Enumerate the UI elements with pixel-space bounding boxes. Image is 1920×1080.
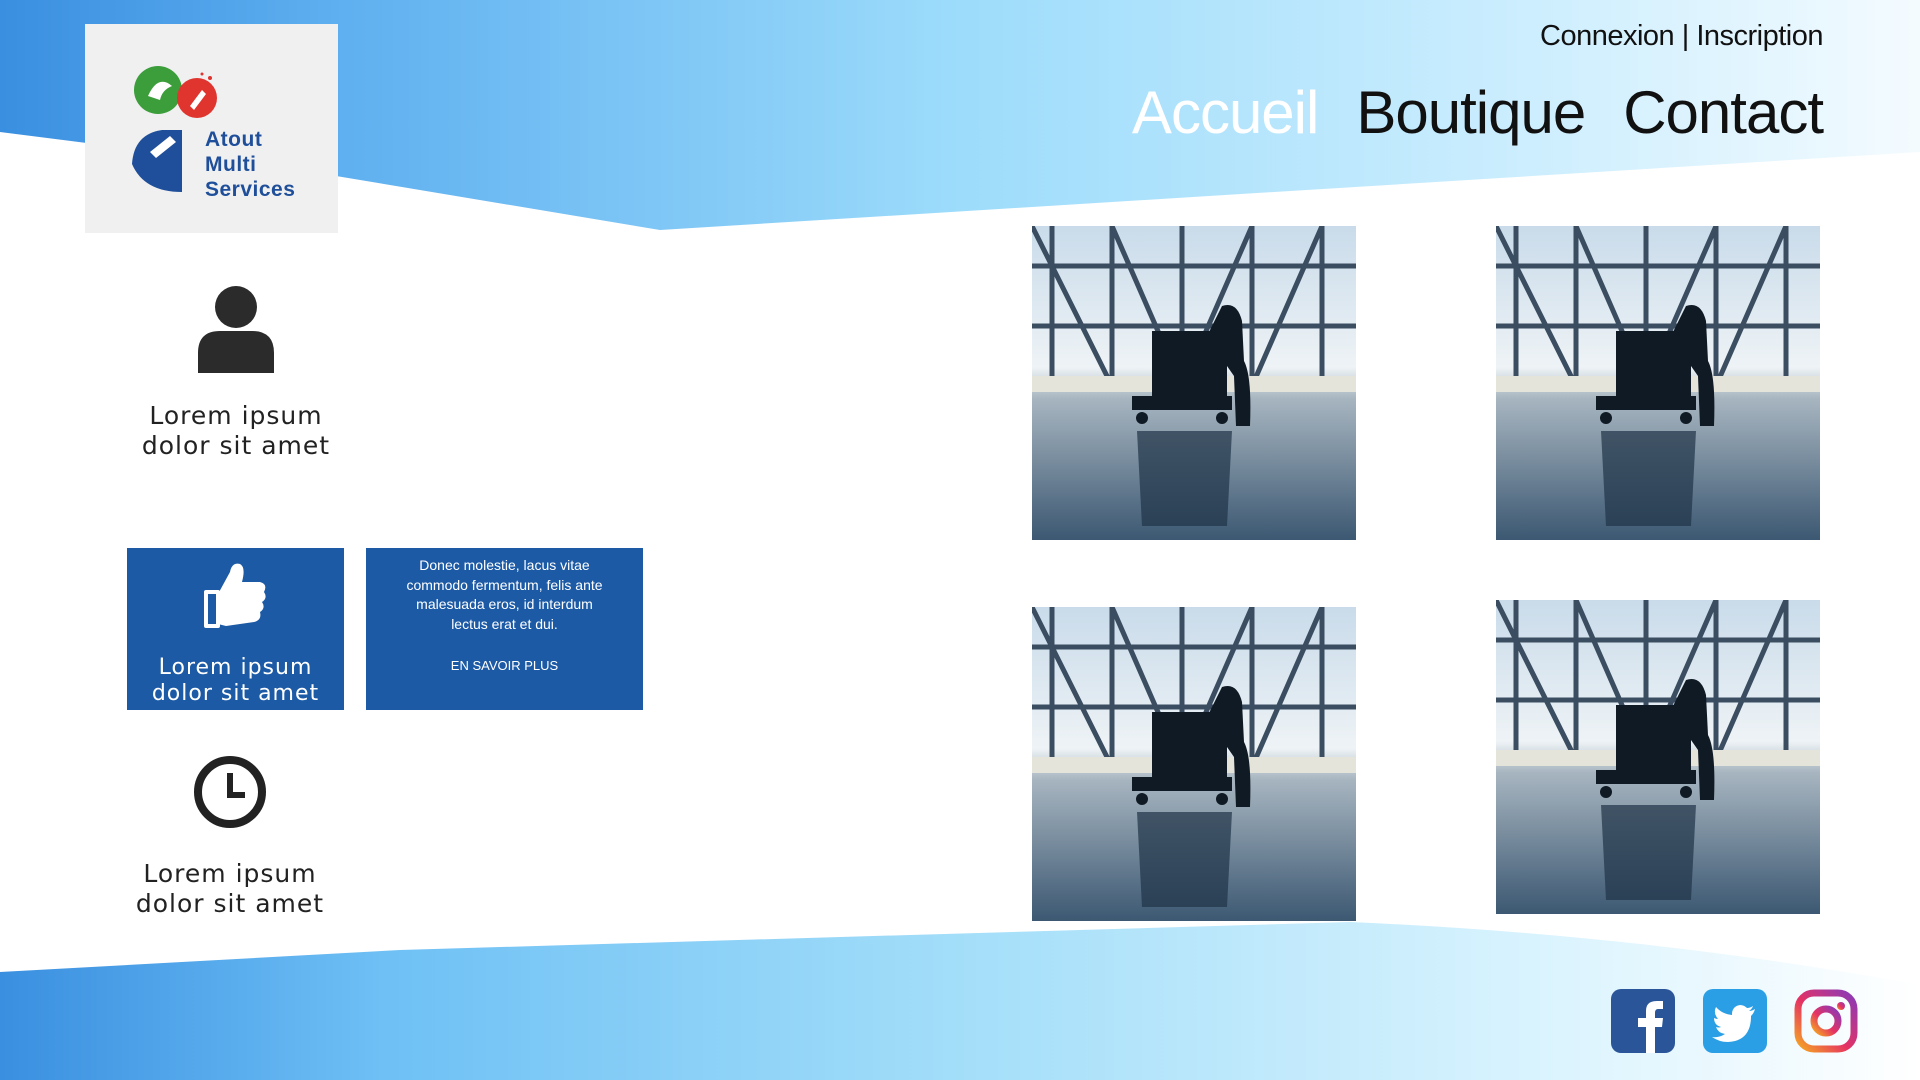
feature-label-line2: dolor sit amet xyxy=(141,431,331,460)
auth-separator: | xyxy=(1681,20,1690,52)
feature-label-line2: dolor sit amet xyxy=(135,889,325,918)
user-icon xyxy=(198,286,274,373)
login-link[interactable]: Connexion xyxy=(1540,20,1675,52)
auth-links: Connexion | Inscription xyxy=(1540,20,1823,53)
twitter-icon[interactable] xyxy=(1703,989,1767,1053)
cleaning-worker-photo xyxy=(1032,607,1356,921)
info-card-text: Donec molestie, lacus vitae commodo ferm… xyxy=(406,557,603,632)
register-link[interactable]: Inscription xyxy=(1696,20,1823,52)
facebook-icon[interactable] xyxy=(1611,989,1675,1053)
gallery-photo[interactable] xyxy=(1032,607,1356,921)
thumbs-up-icon xyxy=(204,563,266,628)
brand-logo[interactable]: Atout Multi Services xyxy=(85,24,338,233)
feature-label-line1: Lorem ipsum xyxy=(149,401,323,430)
nav-boutique[interactable]: Boutique xyxy=(1356,78,1586,147)
nav-contact[interactable]: Contact xyxy=(1623,78,1824,147)
feature-clock: Lorem ipsum dolor sit amet xyxy=(115,755,345,919)
gallery-photo[interactable] xyxy=(1496,600,1820,914)
feature-like-label: Lorem ipsum dolor sit amet xyxy=(127,655,344,707)
read-more-button[interactable]: EN SAVOIR PLUS xyxy=(366,658,643,673)
info-card: Donec molestie, lacus vitae commodo ferm… xyxy=(366,548,643,710)
logo-line-2: Multi xyxy=(205,153,257,176)
gallery-photo[interactable] xyxy=(1496,226,1820,540)
instagram-icon[interactable] xyxy=(1794,989,1858,1053)
logo-line-3: Services xyxy=(205,178,296,201)
feature-user: Lorem ipsum dolor sit amet xyxy=(121,285,351,461)
feature-label-line1: Lorem ipsum xyxy=(143,859,317,888)
feature-label-line2: dolor sit amet xyxy=(151,681,320,706)
feature-label-line1: Lorem ipsum xyxy=(158,655,313,680)
clock-icon xyxy=(194,756,266,828)
cleaning-worker-photo xyxy=(1496,226,1820,540)
cleaning-worker-photo xyxy=(1496,600,1820,914)
gallery-photo[interactable] xyxy=(1032,226,1356,540)
cleaning-worker-photo xyxy=(1032,226,1356,540)
logo-line-1: Atout xyxy=(205,128,263,151)
logo-wordmark: Atout Multi Services xyxy=(205,128,295,203)
nav-accueil[interactable]: Accueil xyxy=(1132,78,1319,147)
main-nav: Accueil Boutique Contact xyxy=(1132,78,1824,147)
feature-like-card[interactable]: Lorem ipsum dolor sit amet xyxy=(127,548,344,710)
